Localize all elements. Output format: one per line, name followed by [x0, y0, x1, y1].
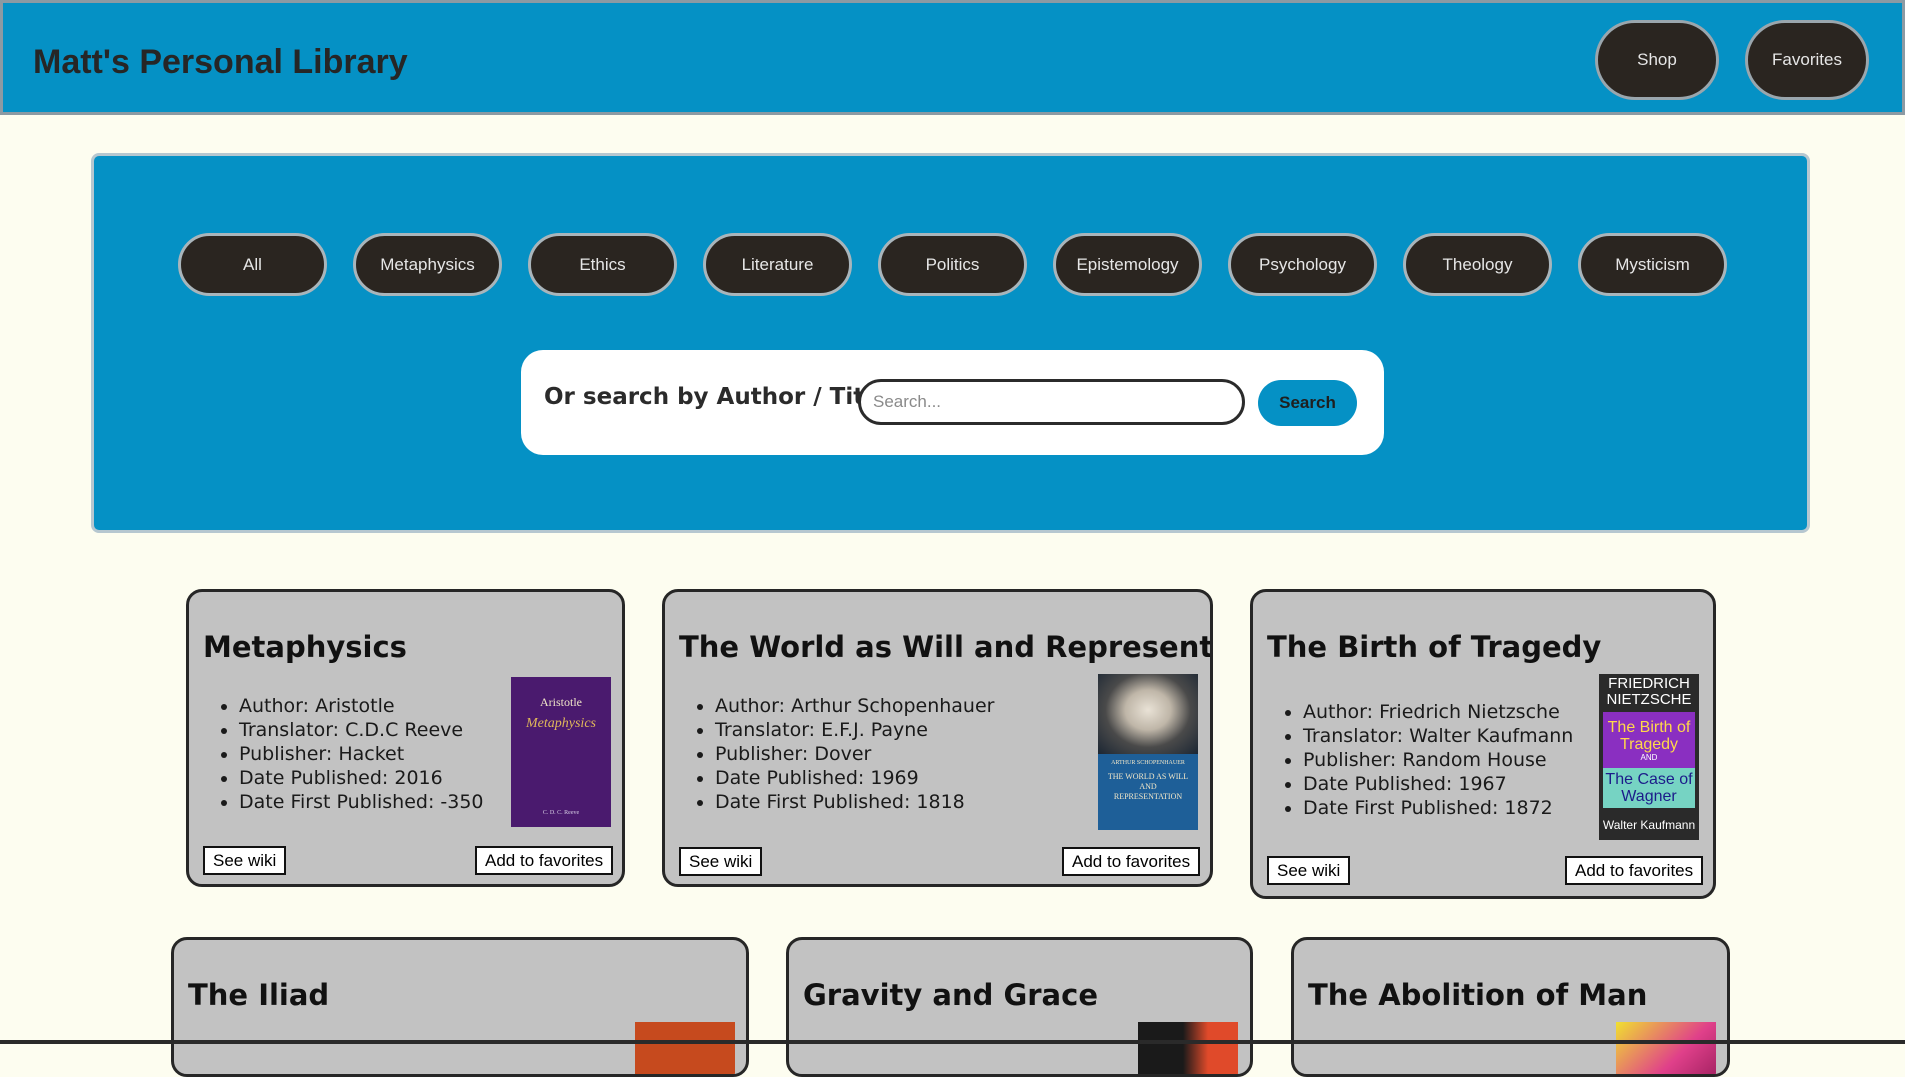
- category-epistemology-button[interactable]: Epistemology: [1053, 233, 1202, 296]
- search-input[interactable]: [858, 379, 1245, 425]
- cover-title-text: THE WORLD AS WILL AND REPRESENTATION: [1107, 772, 1189, 801]
- book-card-birth-of-tragedy: The Birth of Tragedy Author: Friedrich N…: [1250, 589, 1716, 899]
- cover-and-text: AND: [1640, 752, 1658, 762]
- book-cover-image: [1616, 1022, 1716, 1074]
- cover-title-text: Metaphysics: [526, 716, 596, 731]
- add-to-favorites-button[interactable]: Add to favorites: [475, 846, 614, 875]
- search-button[interactable]: Search: [1258, 380, 1357, 426]
- book-date-published: Date Published: 2016: [239, 766, 484, 790]
- see-wiki-button[interactable]: See wiki: [203, 846, 287, 875]
- book-date-published: Date Published: 1969: [715, 766, 994, 790]
- book-cover-image: FRIEDRICH NIETZSCHE The Birth of Tragedy…: [1599, 674, 1699, 840]
- book-date-first-published: Date First Published: -350: [239, 790, 484, 814]
- cover-author-text: Aristotle: [540, 695, 582, 709]
- category-literature-button[interactable]: Literature: [703, 233, 852, 296]
- book-cover-image: [635, 1022, 735, 1074]
- window-bottom-edge: [0, 1040, 1905, 1044]
- book-date-first-published: Date First Published: 1818: [715, 790, 994, 814]
- book-cover-image: [1138, 1022, 1238, 1074]
- book-card-metaphysics: Metaphysics Author: Aristotle Translator…: [186, 589, 625, 887]
- book-title: Metaphysics: [203, 630, 407, 664]
- book-card-gravity-and-grace: Gravity and Grace: [786, 937, 1253, 1077]
- category-mysticism-button[interactable]: Mysticism: [1578, 233, 1727, 296]
- book-translator: Translator: E.F.J. Payne: [715, 718, 994, 742]
- see-wiki-button[interactable]: See wiki: [679, 847, 763, 876]
- book-author: Author: Aristotle: [239, 694, 484, 718]
- category-politics-button[interactable]: Politics: [878, 233, 1027, 296]
- site-title: Matt's Personal Library: [33, 43, 408, 81]
- book-date-first-published: Date First Published: 1872: [1303, 796, 1573, 820]
- cover-purple-band: The Birth of Tragedy AND: [1603, 712, 1695, 768]
- category-theology-button[interactable]: Theology: [1403, 233, 1552, 296]
- cover-author-text: ARTHUR SCHOPENHAUER: [1111, 760, 1185, 766]
- category-all-button[interactable]: All: [178, 233, 327, 296]
- book-title: Gravity and Grace: [803, 978, 1098, 1012]
- book-details: Author: Arthur Schopenhauer Translator: …: [701, 694, 994, 814]
- book-publisher: Publisher: Random House: [1303, 748, 1573, 772]
- book-title: The World as Will and Representation: [679, 630, 1213, 664]
- book-cover-image: ARTHUR SCHOPENHAUER THE WORLD AS WILL AN…: [1098, 674, 1198, 830]
- cover-subtitle-text: The Case of Wagner: [1605, 771, 1693, 805]
- search-label: Or search by Author / Title:: [544, 384, 897, 410]
- shop-button[interactable]: Shop: [1595, 20, 1719, 100]
- book-date-published: Date Published: 1967: [1303, 772, 1573, 796]
- book-card-iliad: The Iliad: [171, 937, 749, 1077]
- book-translator: Translator: Walter Kaufmann: [1303, 724, 1573, 748]
- portrait-image: [1098, 674, 1198, 754]
- filter-panel: All Metaphysics Ethics Literature Politi…: [91, 153, 1810, 533]
- book-title: The Birth of Tragedy: [1267, 630, 1602, 664]
- book-publisher: Publisher: Dover: [715, 742, 994, 766]
- cover-translator-text: C. D. C. Reeve: [542, 810, 580, 816]
- cover-teal-band: The Case of Wagner: [1603, 768, 1695, 808]
- book-publisher: Publisher: Hacket: [239, 742, 484, 766]
- book-author: Author: Friedrich Nietzsche: [1303, 700, 1573, 724]
- book-translator: Translator: C.D.C Reeve: [239, 718, 484, 742]
- add-to-favorites-button[interactable]: Add to favorites: [1062, 847, 1201, 876]
- book-cover-image: Aristotle Metaphysics C. D. C. Reeve: [511, 677, 611, 827]
- category-psychology-button[interactable]: Psychology: [1228, 233, 1377, 296]
- cover-author-text: FRIEDRICH NIETZSCHE: [1606, 675, 1692, 708]
- book-card-world-as-will: The World as Will and Representation Aut…: [662, 589, 1213, 887]
- book-details: Author: Friedrich Nietzsche Translator: …: [1289, 700, 1573, 820]
- add-to-favorites-button[interactable]: Add to favorites: [1565, 856, 1704, 885]
- category-metaphysics-button[interactable]: Metaphysics: [353, 233, 502, 296]
- search-box: Or search by Author / Title: Search: [521, 350, 1384, 455]
- see-wiki-button[interactable]: See wiki: [1267, 856, 1351, 885]
- book-author: Author: Arthur Schopenhauer: [715, 694, 994, 718]
- book-title: The Abolition of Man: [1308, 978, 1648, 1012]
- cover-title-text: The Birth of Tragedy: [1607, 718, 1691, 753]
- favorites-button[interactable]: Favorites: [1745, 20, 1869, 100]
- cover-translator-text: Walter Kaufmann: [1602, 818, 1696, 832]
- category-ethics-button[interactable]: Ethics: [528, 233, 677, 296]
- book-card-abolition-of-man: The Abolition of Man: [1291, 937, 1730, 1077]
- book-details: Author: Aristotle Translator: C.D.C Reev…: [225, 694, 484, 814]
- site-header: Matt's Personal Library Shop Favorites: [0, 0, 1905, 115]
- book-title: The Iliad: [188, 978, 330, 1012]
